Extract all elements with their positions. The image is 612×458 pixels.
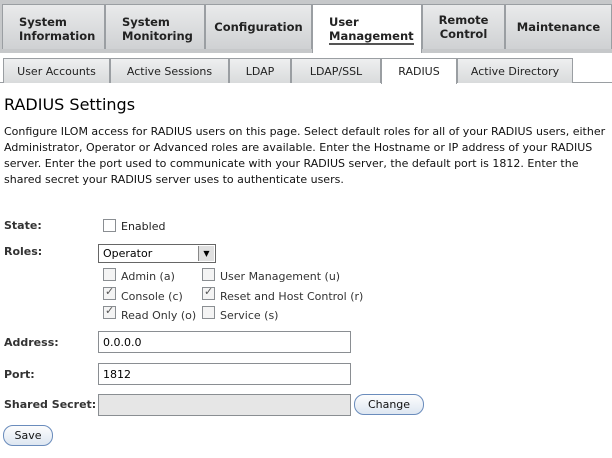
- role-admin-checkbox[interactable]: [103, 268, 116, 281]
- tab-label-line2: Information: [19, 29, 96, 43]
- address-label: Address:: [4, 336, 59, 349]
- subtab-active-directory[interactable]: Active Directory: [457, 58, 573, 83]
- page-description: Configure ILOM access for RADIUS users o…: [4, 125, 606, 186]
- role-reset-host-control-label: Reset and Host Control (r): [220, 290, 364, 303]
- roles-selected-value: Operator: [103, 247, 153, 260]
- subtab-ldap[interactable]: LDAP: [229, 58, 291, 83]
- port-label: Port:: [4, 368, 35, 381]
- subtab-active-sessions[interactable]: Active Sessions: [110, 58, 229, 83]
- tab-system-information[interactable]: System Information: [2, 4, 105, 49]
- roles-select[interactable]: Operator ▼: [98, 244, 216, 263]
- tab-remote-control[interactable]: Remote Control: [422, 4, 505, 49]
- tab-label-line2: Control: [439, 27, 488, 41]
- tab-label-line1: System: [19, 15, 67, 29]
- save-button[interactable]: Save: [3, 425, 53, 446]
- subtab-label: LDAP: [245, 64, 275, 78]
- main-nav: System Information System Monitoring Con…: [0, 0, 612, 53]
- role-read-only-checkbox[interactable]: [103, 304, 116, 319]
- save-button-label: Save: [14, 429, 42, 442]
- role-admin-label: Admin (a): [121, 270, 175, 283]
- tab-label-line1: User: [329, 15, 359, 29]
- change-button[interactable]: Change: [354, 394, 424, 415]
- tab-label-line1: Remote: [438, 13, 489, 27]
- sub-nav: User Accounts Active Sessions LDAP LDAP/…: [0, 53, 612, 84]
- shared-secret-label: Shared Secret:: [4, 398, 97, 411]
- roles-label: Roles:: [4, 245, 43, 258]
- role-read-only-label: Read Only (o): [121, 309, 197, 322]
- enabled-checkbox[interactable]: [103, 219, 116, 232]
- subtab-label: Active Directory: [470, 64, 560, 78]
- tab-system-monitoring[interactable]: System Monitoring: [105, 4, 205, 49]
- role-service-checkbox[interactable]: [202, 306, 215, 319]
- tab-label-line2: Management: [329, 29, 414, 45]
- role-console-checkbox[interactable]: [103, 285, 116, 300]
- role-console-label: Console (c): [121, 290, 183, 303]
- change-button-label: Change: [367, 398, 411, 411]
- port-input[interactable]: 1812: [98, 363, 351, 385]
- tab-label: Configuration: [214, 20, 303, 34]
- tab-label-line1: System: [122, 15, 170, 29]
- role-user-management-label: User Management (u): [220, 270, 341, 283]
- tab-user-management[interactable]: User Management: [312, 4, 422, 53]
- subtab-ldap-ssl[interactable]: LDAP/SSL: [291, 58, 381, 83]
- tab-configuration[interactable]: Configuration: [205, 4, 312, 49]
- page-title: RADIUS Settings: [4, 95, 136, 114]
- subtab-user-accounts[interactable]: User Accounts: [3, 58, 110, 83]
- tab-label: Maintenance: [516, 20, 601, 34]
- subtab-label: LDAP/SSL: [309, 64, 363, 78]
- subtab-label: RADIUS: [398, 65, 440, 78]
- subtab-label: Active Sessions: [126, 64, 213, 78]
- enabled-label: Enabled: [121, 220, 166, 233]
- tab-label-line2: Monitoring: [122, 29, 193, 43]
- chevron-down-icon: ▼: [198, 246, 214, 261]
- role-reset-host-control-checkbox[interactable]: [202, 285, 215, 300]
- subtab-label: User Accounts: [17, 64, 96, 78]
- shared-secret-input[interactable]: [98, 394, 351, 416]
- role-user-management-checkbox[interactable]: [202, 268, 215, 281]
- subtab-radius[interactable]: RADIUS: [381, 58, 457, 84]
- role-service-label: Service (s): [220, 309, 279, 322]
- address-input[interactable]: 0.0.0.0: [98, 331, 351, 353]
- state-label: State:: [4, 219, 42, 232]
- tab-maintenance[interactable]: Maintenance: [505, 4, 612, 49]
